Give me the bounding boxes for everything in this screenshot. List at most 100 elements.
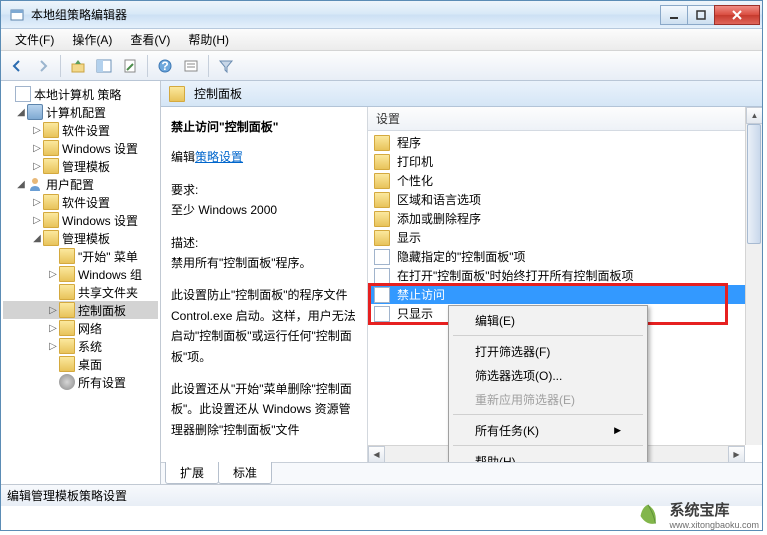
show-hide-tree-button[interactable] [92, 54, 116, 78]
tree-control-panel[interactable]: ▷控制面板 [3, 301, 158, 319]
tree-comp-software[interactable]: ▷软件设置 [3, 121, 158, 139]
up-button[interactable] [66, 54, 90, 78]
back-button[interactable] [5, 54, 29, 78]
cm-edit[interactable]: 编辑(E) [451, 308, 645, 332]
tree-windows-comp[interactable]: ▷Windows 组 [3, 265, 158, 283]
menu-file[interactable]: 文件(F) [7, 29, 62, 50]
folder-icon [43, 230, 59, 246]
list-item-display[interactable]: 显示 [368, 228, 762, 247]
watermark: 系统宝库 www.xitongbaoku.com [633, 501, 759, 531]
tree-root[interactable]: 本地计算机 策略 [3, 85, 158, 103]
properties-button[interactable] [179, 54, 203, 78]
breadcrumb: 控制面板 [161, 81, 762, 107]
export-button[interactable] [118, 54, 142, 78]
menu-view[interactable]: 查看(V) [122, 29, 178, 50]
folder-icon [374, 154, 390, 170]
cm-filter-on[interactable]: 打开筛选器(F) [451, 339, 645, 363]
tree-user-windows[interactable]: ▷Windows 设置 [3, 211, 158, 229]
folder-icon [59, 302, 75, 318]
list-item-hide-cp[interactable]: 隐藏指定的"控制面板"项 [368, 247, 762, 266]
menu-help[interactable]: 帮助(H) [180, 29, 237, 50]
tree-comp-admin[interactable]: ▷管理模板 [3, 157, 158, 175]
app-window: 本地组策略编辑器 文件(F) 操作(A) 查看(V) 帮助(H) ? 本地计算机… [0, 0, 763, 531]
list-item-personalization[interactable]: 个性化 [368, 171, 762, 190]
list-item-printers[interactable]: 打印机 [368, 152, 762, 171]
cm-separator [453, 414, 643, 415]
list-header[interactable]: 设置 [368, 107, 762, 131]
list-item-prohibit-access[interactable]: 禁止访问 [368, 285, 762, 304]
desc-p2: 此设置防止"控制面板"的程序文件 Control.exe 启动。这样，用户无法启… [171, 285, 357, 367]
toolbar: ? [1, 51, 762, 81]
tree-shared[interactable]: 共享文件夹 [3, 283, 158, 301]
folder-icon [43, 140, 59, 156]
help-button[interactable]: ? [153, 54, 177, 78]
tree-desktop[interactable]: 桌面 [3, 355, 158, 373]
policy-item-icon [374, 306, 390, 322]
close-button[interactable] [714, 5, 760, 25]
description-pane: 禁止访问"控制面板" 编辑策略设置 要求:至少 Windows 2000 描述:… [161, 107, 368, 462]
desc-label: 描述: [171, 236, 198, 250]
submenu-arrow-icon: ▶ [614, 425, 621, 436]
list-item-addremove[interactable]: 添加或删除程序 [368, 209, 762, 228]
forward-button[interactable] [31, 54, 55, 78]
tree-system[interactable]: ▷系统 [3, 337, 158, 355]
tree-user-admin[interactable]: ◢管理模板 [3, 229, 158, 247]
folder-icon [374, 230, 390, 246]
folder-icon [43, 158, 59, 174]
scroll-thumb[interactable] [747, 124, 761, 244]
maximize-button[interactable] [687, 5, 715, 25]
policy-item-icon [374, 249, 390, 265]
list-pane: 设置 程序 打印机 个性化 区域和语言选项 添加或删除程序 显示 隐藏指定的"控… [368, 107, 762, 462]
desc-p3: 此设置还从"开始"菜单删除"控制面板"。此设置还从 Windows 资源管理器删… [171, 379, 357, 440]
edit-policy-link[interactable]: 策略设置 [195, 150, 243, 164]
list-item-region[interactable]: 区域和语言选项 [368, 190, 762, 209]
cm-all-tasks[interactable]: 所有任务(K)▶ [451, 418, 645, 442]
tree-pane[interactable]: 本地计算机 策略 ◢计算机配置 ▷软件设置 ▷Windows 设置 ▷管理模板 … [1, 81, 161, 484]
leaf-icon [633, 501, 663, 531]
toolbar-separator [147, 55, 148, 77]
policy-item-icon [374, 287, 390, 303]
tab-extended[interactable]: 扩展 [165, 462, 219, 484]
policy-item-icon [374, 268, 390, 284]
scroll-right-button[interactable]: ▶ [728, 446, 745, 462]
minimize-button[interactable] [660, 5, 688, 25]
tree-user-software[interactable]: ▷软件设置 [3, 193, 158, 211]
cm-filter-opts[interactable]: 筛选器选项(O)... [451, 363, 645, 387]
tab-standard[interactable]: 标准 [218, 462, 272, 484]
gear-icon [59, 374, 75, 390]
tree-start-menu[interactable]: "开始" 菜单 [3, 247, 158, 265]
folder-icon [43, 212, 59, 228]
tree-network[interactable]: ▷网络 [3, 319, 158, 337]
menu-action[interactable]: 操作(A) [64, 29, 120, 50]
watermark-cn: 系统宝库 [669, 502, 759, 520]
window-title: 本地组策略编辑器 [31, 6, 661, 23]
folder-icon [59, 338, 75, 354]
status-text: 编辑管理模板策略设置 [7, 487, 127, 504]
list-item-open-all[interactable]: 在打开"控制面板"时始终打开所有控制面板项 [368, 266, 762, 285]
list-item-programs[interactable]: 程序 [368, 133, 762, 152]
folder-icon [59, 356, 75, 372]
watermark-en: www.xitongbaoku.com [669, 520, 759, 531]
scroll-left-button[interactable]: ◀ [368, 446, 385, 462]
cm-separator [453, 445, 643, 446]
folder-icon [43, 122, 59, 138]
menubar: 文件(F) 操作(A) 查看(V) 帮助(H) [1, 29, 762, 51]
folder-icon [59, 320, 75, 336]
tree-computer-config[interactable]: ◢计算机配置 [3, 103, 158, 121]
tree-user-config[interactable]: ◢用户配置 [3, 175, 158, 193]
tree-all-settings[interactable]: 所有设置 [3, 373, 158, 391]
req-label: 要求: [171, 183, 198, 197]
filter-button[interactable] [214, 54, 238, 78]
desc-line1: 禁用所有"控制面板"程序。 [171, 256, 312, 270]
folder-icon [59, 284, 75, 300]
folder-icon [374, 173, 390, 189]
folder-icon [59, 266, 75, 282]
folder-icon [43, 194, 59, 210]
toolbar-separator [208, 55, 209, 77]
tree-comp-windows[interactable]: ▷Windows 设置 [3, 139, 158, 157]
cm-help[interactable]: 帮助(H) [451, 449, 645, 462]
vertical-scrollbar[interactable]: ▲ [745, 107, 762, 445]
titlebar[interactable]: 本地组策略编辑器 [1, 1, 762, 29]
scroll-up-button[interactable]: ▲ [746, 107, 762, 124]
cm-reapply: 重新应用筛选器(E) [451, 387, 645, 411]
